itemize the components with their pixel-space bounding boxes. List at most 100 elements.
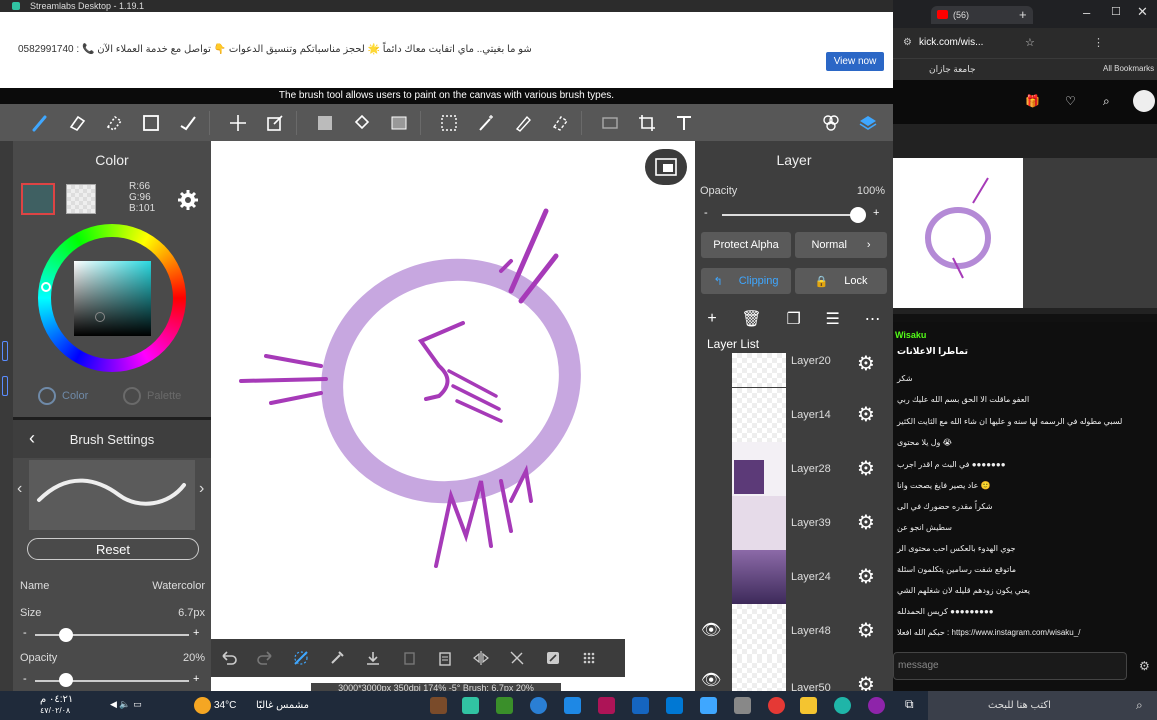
strip-tab-icon[interactable] xyxy=(2,341,8,361)
avatar[interactable] xyxy=(1133,90,1155,112)
reset-button[interactable]: Reset xyxy=(27,538,199,560)
undo-button[interactable] xyxy=(211,640,247,676)
minimize-icon[interactable]: – xyxy=(1083,5,1090,20)
save-button[interactable] xyxy=(355,640,391,676)
layer-row[interactable]: 👁 Layer48 ⚙ xyxy=(695,604,893,658)
layer-gear-icon[interactable]: ⚙ xyxy=(857,510,875,535)
edge-taskbar-icon[interactable] xyxy=(834,697,851,714)
transform-tool[interactable] xyxy=(260,108,290,138)
heart-icon[interactable]: ♡ xyxy=(1065,94,1076,108)
site-info-icon[interactable]: ⚙ xyxy=(903,37,912,48)
layer-list-icon[interactable]: ☰ xyxy=(826,309,840,329)
add-layer-button[interactable]: + xyxy=(707,310,716,328)
bucket-tool[interactable] xyxy=(347,108,377,138)
layer-row[interactable]: Layer39 ⚙ xyxy=(695,496,893,550)
layer-row[interactable]: 👁 Layer50 ⚙ xyxy=(695,658,893,696)
close-icon[interactable]: ✕ xyxy=(1137,4,1148,20)
stream-preview[interactable] xyxy=(893,124,1157,314)
hue-handle[interactable] xyxy=(41,282,51,292)
select-eraser-tool[interactable] xyxy=(545,108,575,138)
taskbar-app-icon[interactable] xyxy=(430,697,447,714)
taskbar-app-icon[interactable] xyxy=(530,697,547,714)
outlook-taskbar-icon[interactable] xyxy=(666,697,683,714)
task-view-icon[interactable]: ⧉ xyxy=(905,697,914,712)
layer-row[interactable]: Layer14 ⚙ xyxy=(695,388,893,442)
grid-menu-button[interactable] xyxy=(571,640,607,676)
gift-icon[interactable]: 🎁 xyxy=(1025,94,1040,108)
gradient-tool[interactable] xyxy=(384,108,414,138)
color-settings-gear-icon[interactable] xyxy=(176,188,200,212)
tab-color[interactable]: Color xyxy=(38,387,88,405)
eye-visible-icon[interactable]: 👁 xyxy=(701,670,721,690)
tab-palette[interactable]: Palette xyxy=(123,387,181,405)
browser-tab[interactable]: (56) xyxy=(931,6,1033,24)
current-color-swatch[interactable] xyxy=(21,183,55,215)
layer-gear-icon[interactable]: ⚙ xyxy=(857,564,875,589)
eye-visible-icon[interactable]: 👁 xyxy=(701,620,721,640)
text-tool[interactable] xyxy=(669,108,699,138)
fill-color-tool[interactable] xyxy=(310,108,340,138)
opacity-plus-button[interactable]: + xyxy=(193,673,199,685)
more-options-icon[interactable]: ⋯ xyxy=(865,309,881,329)
search-icon[interactable]: ⌕ xyxy=(1103,94,1110,109)
paste-button[interactable] xyxy=(427,640,463,676)
reference-button[interactable] xyxy=(535,640,571,676)
materials-button[interactable] xyxy=(816,108,846,138)
duplicate-layer-icon[interactable]: ❐ xyxy=(786,309,800,329)
url-field[interactable]: kick.com/wis... xyxy=(919,37,983,48)
lasso-tool[interactable] xyxy=(173,108,203,138)
taskbar-app-icon[interactable] xyxy=(700,697,717,714)
weather-icon[interactable] xyxy=(194,697,211,714)
lock-button[interactable]: 🔒 Lock xyxy=(795,268,887,294)
clipping-button[interactable]: ↰ Clipping xyxy=(701,268,791,294)
layer-row[interactable]: Layer24 ⚙ xyxy=(695,550,893,604)
star-icon[interactable]: ☆ xyxy=(1025,36,1035,49)
flip-button[interactable] xyxy=(463,640,499,676)
layer-opacity-plus-button[interactable]: + xyxy=(873,207,879,219)
saturation-value-square[interactable] xyxy=(74,261,151,336)
chrome-taskbar-icon[interactable] xyxy=(768,697,785,714)
hue-wheel[interactable] xyxy=(38,224,186,372)
view-now-button[interactable]: View now xyxy=(826,52,884,71)
copilot-taskbar-icon[interactable] xyxy=(868,697,885,714)
eyedropper-button[interactable] xyxy=(319,640,355,676)
blend-mode-button[interactable]: Normal › xyxy=(795,232,887,258)
opacity-minus-button[interactable]: - xyxy=(23,673,27,685)
redo-button[interactable] xyxy=(247,640,283,676)
bookmark-item[interactable]: جامعة جازان xyxy=(929,64,976,75)
prev-brush-chevron-icon[interactable]: ‹ xyxy=(17,480,22,498)
brush-tool[interactable] xyxy=(25,108,55,138)
secondary-color-swatch[interactable] xyxy=(66,184,96,214)
layer-gear-icon[interactable]: ⚙ xyxy=(857,618,875,643)
eraser-tool[interactable] xyxy=(62,108,92,138)
deselect-tool[interactable] xyxy=(595,108,625,138)
crop-tool[interactable] xyxy=(632,108,662,138)
layers-button[interactable] xyxy=(853,108,883,138)
size-minus-button[interactable]: - xyxy=(23,627,27,639)
stabilizer-button[interactable] xyxy=(283,640,319,676)
layer-gear-icon[interactable]: ⚙ xyxy=(857,351,875,376)
next-brush-chevron-icon[interactable]: › xyxy=(199,480,204,498)
taskbar-app-icon[interactable] xyxy=(734,697,751,714)
maximize-icon[interactable]: ☐ xyxy=(1111,5,1121,18)
new-tab-icon[interactable]: + xyxy=(1019,7,1027,22)
minecraft-taskbar-icon[interactable] xyxy=(496,697,513,714)
size-plus-button[interactable]: + xyxy=(193,627,199,639)
drawing-canvas[interactable]: 3000*3000px 350dpi 174% -5° Brush: 6.7px… xyxy=(211,141,695,693)
blur-eraser-tool[interactable] xyxy=(99,108,129,138)
taskbar-app-icon[interactable] xyxy=(632,697,649,714)
streamlabs-taskbar-icon[interactable] xyxy=(462,697,479,714)
sv-handle[interactable] xyxy=(95,312,105,322)
layer-gear-icon[interactable]: ⚙ xyxy=(857,402,875,427)
layer-opacity-knob[interactable] xyxy=(850,207,866,223)
layer-opacity-slider[interactable] xyxy=(722,214,858,216)
delete-layer-icon[interactable]: 🗑 xyxy=(741,309,761,329)
back-chevron-icon[interactable]: ‹ xyxy=(29,428,35,449)
shape-tool[interactable] xyxy=(136,108,166,138)
taskbar-app-icon[interactable] xyxy=(564,697,581,714)
size-slider-knob[interactable] xyxy=(58,628,73,642)
snap-off-button[interactable] xyxy=(499,640,535,676)
opacity-slider-knob[interactable] xyxy=(58,673,73,687)
menu-icon[interactable]: ⋮ xyxy=(1093,36,1104,49)
selection-tool[interactable] xyxy=(434,108,464,138)
